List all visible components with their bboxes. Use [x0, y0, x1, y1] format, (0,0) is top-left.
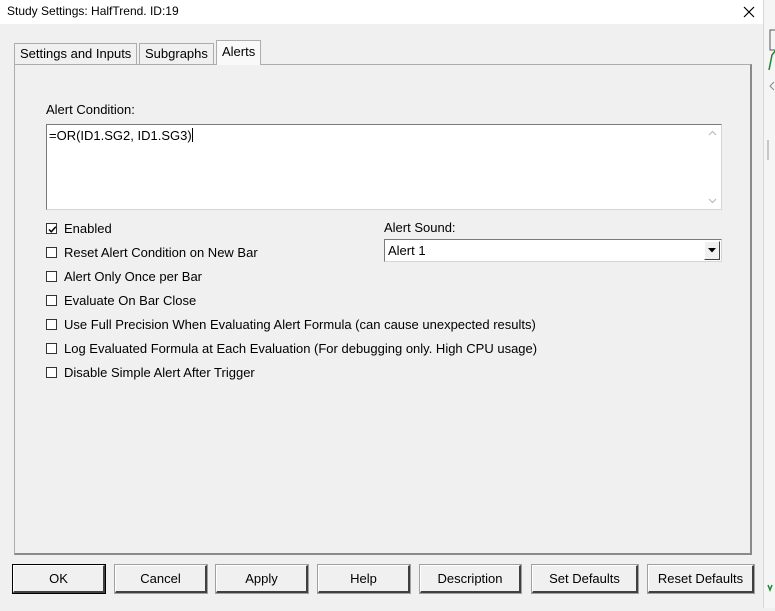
- checkbox-label: Log Evaluated Formula at Each Evaluation…: [64, 340, 538, 356]
- checkbox-label: Use Full Precision When Evaluating Alert…: [64, 316, 536, 332]
- disable-simple-alert-checkbox[interactable]: Disable Simple Alert After Trigger: [46, 363, 255, 381]
- window-title: Study Settings: HalfTrend. ID:19: [7, 4, 179, 18]
- description-button[interactable]: Description: [419, 564, 522, 594]
- alerts-panel: Alert Condition: =OR(ID1.SG2, ID1.SG3) E…: [14, 64, 752, 555]
- alert-once-per-bar-checkbox[interactable]: Alert Only Once per Bar: [46, 267, 202, 285]
- alert-condition-scrollbar[interactable]: [704, 125, 721, 209]
- apply-button[interactable]: Apply: [215, 564, 309, 594]
- tab-alerts[interactable]: Alerts: [216, 40, 262, 65]
- evaluate-on-bar-close-checkbox[interactable]: Evaluate On Bar Close: [46, 291, 196, 309]
- alert-condition-text: =OR(ID1.SG2, ID1.SG3): [49, 128, 193, 143]
- checkbox-label: Enabled: [64, 220, 112, 236]
- scroll-up-icon[interactable]: [704, 125, 721, 142]
- reset-defaults-button[interactable]: Reset Defaults: [647, 564, 755, 594]
- full-precision-checkbox[interactable]: Use Full Precision When Evaluating Alert…: [46, 315, 536, 333]
- checkbox-label: Alert Only Once per Bar: [64, 268, 202, 284]
- checkbox-box[interactable]: [46, 270, 57, 282]
- log-evaluated-formula-checkbox[interactable]: Log Evaluated Formula at Each Evaluation…: [46, 339, 537, 357]
- checkbox-box[interactable]: [46, 246, 57, 258]
- title-bar: Study Settings: HalfTrend. ID:19: [0, 0, 763, 24]
- checkbox-box[interactable]: [46, 318, 57, 330]
- tab-subgraphs[interactable]: Subgraphs: [139, 43, 214, 64]
- alert-condition-input[interactable]: =OR(ID1.SG2, ID1.SG3): [46, 124, 722, 210]
- scroll-down-icon[interactable]: [704, 192, 721, 209]
- checkbox-label: Reset Alert Condition on New Bar: [64, 244, 258, 260]
- background-chart-strip: [763, 0, 775, 608]
- checkbox-label: Disable Simple Alert After Trigger: [64, 364, 255, 380]
- ok-button[interactable]: OK: [12, 564, 106, 594]
- checkbox-box[interactable]: [46, 342, 57, 354]
- alert-sound-select[interactable]: Alert 1: [384, 239, 722, 262]
- alert-sound-label: Alert Sound:: [384, 220, 456, 235]
- cancel-button[interactable]: Cancel: [114, 564, 208, 594]
- enabled-checkbox[interactable]: Enabled: [46, 219, 112, 237]
- set-defaults-button[interactable]: Set Defaults: [531, 564, 639, 594]
- close-button[interactable]: [735, 0, 763, 24]
- checkbox-box[interactable]: [46, 222, 57, 234]
- dropdown-button[interactable]: [704, 241, 720, 260]
- alert-condition-label: Alert Condition:: [46, 102, 135, 117]
- text-caret: [191, 128, 193, 142]
- alert-sound-value: Alert 1: [388, 243, 426, 258]
- tab-settings-and-inputs[interactable]: Settings and Inputs: [14, 43, 138, 64]
- close-icon: [743, 6, 755, 18]
- background-chart-icon: [767, 29, 775, 593]
- reset-alert-condition-checkbox[interactable]: Reset Alert Condition on New Bar: [46, 243, 258, 261]
- help-button[interactable]: Help: [317, 564, 411, 594]
- checkbox-box[interactable]: [46, 294, 57, 306]
- checkmark-icon: [48, 225, 57, 233]
- checkbox-box[interactable]: [46, 366, 57, 378]
- checkbox-label: Evaluate On Bar Close: [64, 292, 197, 308]
- chevron-down-icon: [708, 248, 716, 253]
